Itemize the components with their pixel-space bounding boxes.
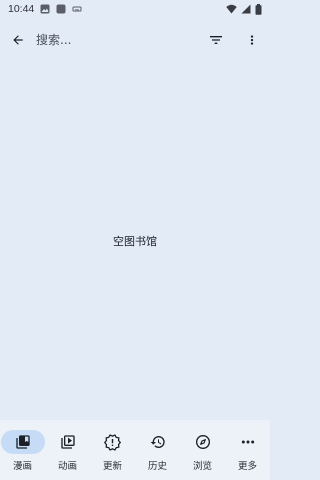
new-releases-icon [104, 433, 121, 451]
nav-item-more[interactable]: 更多 [225, 420, 270, 480]
nav-label-library: 漫画 [12, 461, 32, 472]
compass-icon [195, 435, 210, 449]
arrow-back-icon [13, 35, 23, 45]
wifi-icon [226, 4, 237, 14]
nav-item-library[interactable]: 漫画 [0, 420, 45, 480]
nav-label-anime: 动画 [57, 461, 77, 472]
back-button[interactable] [6, 28, 30, 52]
nav-active-indicator [0, 430, 45, 454]
more-options-button[interactable] [240, 28, 264, 52]
top-app-bar [0, 22, 270, 58]
more-horiz-icon [241, 440, 254, 444]
nav-icon-container [91, 430, 135, 454]
nav-item-history[interactable]: 历史 [135, 420, 180, 480]
battery-icon [255, 3, 262, 15]
library-icon [15, 435, 30, 449]
bottom-navigation: 漫画 动画 更新 历史 浏览 更多 [0, 420, 270, 480]
nav-icon-container [226, 430, 270, 454]
nav-icon-container [136, 430, 180, 454]
history-icon [150, 436, 165, 448]
nav-item-updates[interactable]: 更新 [90, 420, 135, 480]
empty-library-message: 空图书馆 [113, 235, 157, 248]
keyboard-notification-icon [72, 4, 82, 14]
nav-label-history: 历史 [147, 461, 167, 472]
status-left: 10:44 [8, 3, 82, 15]
nav-label-updates: 更新 [102, 461, 122, 472]
nav-icon-container [181, 430, 225, 454]
app-notification-icon [56, 4, 66, 14]
status-bar: 10:44 [0, 0, 270, 18]
filter-list-icon [210, 36, 222, 44]
status-time: 10:44 [8, 3, 35, 15]
nav-label-browse: 浏览 [192, 461, 212, 472]
image-notification-icon [40, 4, 50, 14]
status-right [226, 3, 262, 15]
video-library-icon [60, 435, 75, 449]
nav-item-browse[interactable]: 浏览 [180, 420, 225, 480]
nav-item-anime[interactable]: 动画 [45, 420, 90, 480]
more-vert-icon [250, 35, 254, 45]
nav-label-more: 更多 [237, 461, 257, 472]
signal-icon [241, 4, 251, 14]
nav-icon-container [46, 430, 90, 454]
filter-button[interactable] [204, 28, 228, 52]
search-input[interactable] [36, 30, 186, 50]
